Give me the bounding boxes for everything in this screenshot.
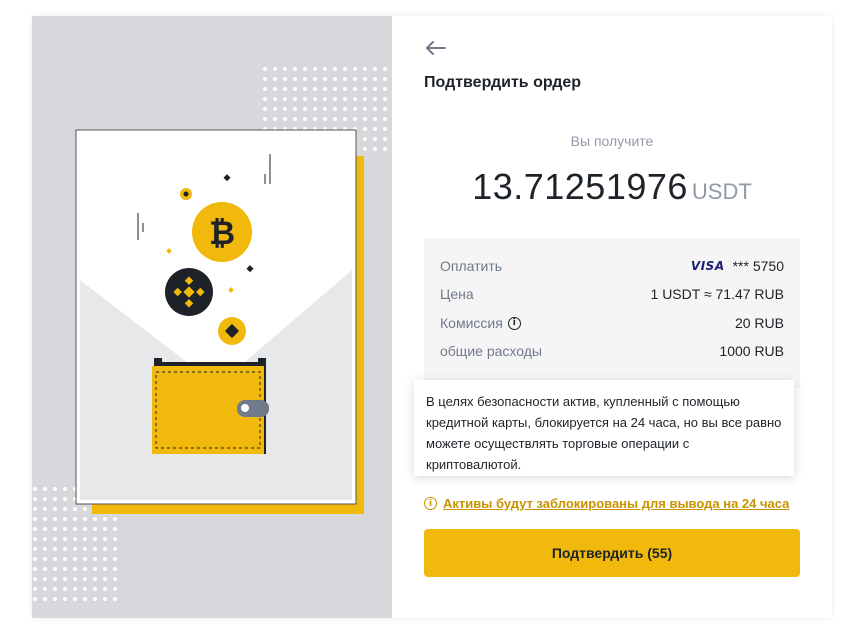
svg-text:₿: ₿ bbox=[209, 214, 235, 252]
security-tooltip: В целях безопасности актив, купленный с … bbox=[414, 380, 794, 476]
total-value: 1000 RUB bbox=[719, 343, 784, 359]
page-title: Подтвердить ордер bbox=[424, 74, 582, 91]
info-icon[interactable]: i bbox=[507, 316, 521, 330]
back-button[interactable] bbox=[424, 36, 448, 60]
price-value: 1 USDT ≈ 71.47 RUB bbox=[650, 286, 784, 302]
lock-warning[interactable]: i Активы будут заблокированы для вывода … bbox=[424, 496, 789, 511]
order-confirmation-panel: Подтвердить ордер Вы получите 13.7125197… bbox=[392, 16, 832, 618]
receive-label: Вы получите bbox=[570, 133, 654, 149]
fee-value: 20 RUB bbox=[734, 315, 784, 331]
detail-row-price: Цена 1 USDT ≈ 71.47 RUB bbox=[440, 283, 784, 305]
detail-row-pay: Оплатить VISA *** 5750 bbox=[440, 255, 784, 277]
confirm-button[interactable]: Подтвердить (55) bbox=[424, 529, 800, 577]
arrow-left-icon bbox=[426, 41, 446, 55]
info-icon: i bbox=[424, 497, 437, 510]
fee-label: Комиссия bbox=[440, 315, 503, 331]
amount-value: 13.71251976 bbox=[472, 166, 688, 207]
card-number: *** 5750 bbox=[732, 258, 784, 274]
pay-label: Оплатить bbox=[440, 258, 503, 274]
confirm-order-dialog: ₿ Подтвердить ордер Вы получите 13.71251… bbox=[32, 16, 832, 618]
detail-row-total: общие расходы 1000 RUB bbox=[440, 340, 784, 362]
visa-icon: VISA bbox=[690, 259, 725, 273]
price-label: Цена bbox=[440, 286, 474, 302]
total-label: общие расходы bbox=[440, 343, 542, 359]
receive-amount: 13.71251976 USDT bbox=[392, 166, 832, 208]
lock-warning-link[interactable]: Активы будут заблокированы для вывода на… bbox=[443, 496, 789, 511]
detail-row-fee: Комиссия i 20 RUB bbox=[440, 312, 784, 334]
order-details: Оплатить VISA *** 5750 Цена 1 USDT ≈ 71.… bbox=[424, 238, 800, 388]
illustration-panel: ₿ bbox=[32, 16, 392, 618]
amount-unit: USDT bbox=[691, 179, 752, 204]
wallet-crypto-illustration: ₿ bbox=[32, 66, 392, 606]
